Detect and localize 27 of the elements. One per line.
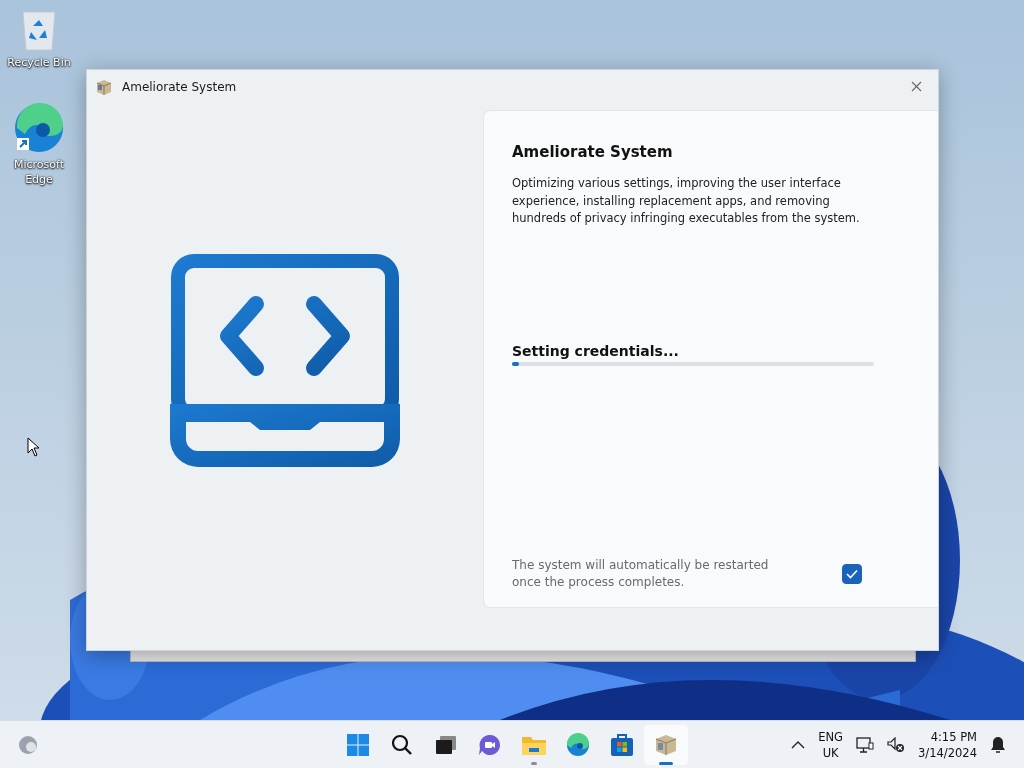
windows-logo-icon — [346, 732, 370, 757]
language-indicator[interactable]: ENG — [818, 728, 844, 745]
clock-date[interactable]: 3/14/2024 — [918, 744, 977, 761]
store-icon — [610, 732, 634, 757]
recycle-bin-icon[interactable] — [19, 8, 59, 52]
window-title: Ameliorate System — [122, 79, 238, 94]
restart-note: The system will automatically be restarted once the process completes. — [512, 557, 770, 591]
browser-icon — [566, 732, 590, 757]
progress-label: Setting credentials... — [512, 342, 680, 359]
package-icon — [654, 732, 678, 757]
search-icon — [391, 733, 413, 756]
description-text: Optimizing various settings, improving the user interface experience, installing replacement apps, and removing hundreds of privacy infringing executables from the system. — [512, 175, 861, 227]
package-icon — [95, 77, 113, 96]
heading: Ameliorate System — [512, 143, 674, 161]
notification-bell-icon[interactable] — [990, 735, 1006, 754]
browser-icon[interactable] — [13, 102, 65, 154]
clock-time[interactable]: 4:15 PM — [930, 728, 977, 745]
close-icon[interactable] — [911, 81, 922, 92]
mouse-cursor-icon — [27, 437, 40, 457]
task-view-icon — [435, 734, 457, 755]
network-icon[interactable] — [856, 736, 875, 753]
chat-icon — [478, 733, 502, 756]
region-indicator[interactable]: UK — [822, 744, 839, 761]
restart-checkbox[interactable] — [842, 564, 862, 584]
muted-speaker-icon[interactable] — [887, 736, 906, 753]
checkmark-icon — [846, 569, 858, 579]
chevron-up-icon[interactable] — [791, 740, 806, 749]
